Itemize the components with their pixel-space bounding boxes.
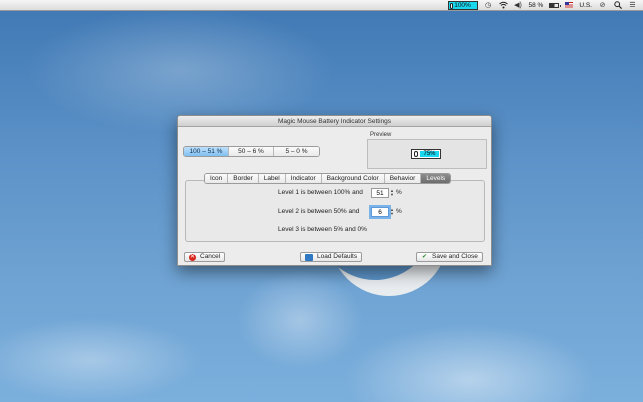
level-2-stepper-arrows[interactable]: ▲ ▼ bbox=[390, 208, 394, 216]
range-segment-3[interactable]: 5 – 0 % bbox=[274, 147, 319, 156]
tab-indicator[interactable]: Indicator bbox=[285, 174, 322, 183]
level-2-percent: % bbox=[396, 208, 402, 215]
cancel-button[interactable]: ✕ Cancel bbox=[184, 252, 226, 262]
cancel-button-label: Cancel bbox=[200, 253, 221, 260]
level-2-stepper: ▲▼ bbox=[371, 207, 394, 217]
load-defaults-icon bbox=[305, 253, 313, 261]
preview-value: 75% bbox=[420, 151, 439, 157]
load-defaults-button[interactable]: Load Defaults bbox=[300, 252, 363, 262]
battery-icon[interactable] bbox=[549, 2, 562, 8]
range-segment-2[interactable]: 50 – 6 % bbox=[229, 147, 274, 156]
cancel-icon: ✕ bbox=[189, 253, 196, 261]
dialog-title: Magic Mouse Battery Indicator Settings bbox=[178, 116, 491, 127]
tab-levels[interactable]: Levels bbox=[421, 174, 451, 183]
menu-bar: 100% ◷ ◀) 58 % U.S. ⊘ ☰ bbox=[0, 0, 643, 11]
level-1-input[interactable] bbox=[371, 188, 389, 198]
tab-behavior[interactable]: Behavior bbox=[384, 174, 422, 183]
level-2-label: Level 2 is between 50% and bbox=[278, 208, 360, 215]
mouse-icon bbox=[414, 151, 418, 157]
menubar-battery-percent: 100% bbox=[454, 1, 471, 9]
level-1-stepper: ▲▼ bbox=[371, 188, 394, 198]
magic-mouse-battery-status-item[interactable]: 100% bbox=[447, 0, 478, 10]
preview-label: Preview bbox=[370, 132, 392, 138]
input-source-label[interactable]: U.S. bbox=[579, 2, 592, 9]
notification-center-icon[interactable]: ☰ bbox=[628, 1, 637, 10]
preview-panel: 75% bbox=[367, 139, 487, 169]
tab-border[interactable]: Border bbox=[228, 174, 259, 183]
settings-tabs: Icon Border Label Indicator Background C… bbox=[204, 173, 452, 184]
level-1-label: Level 1 is between 100% and bbox=[278, 189, 363, 196]
load-defaults-button-label: Load Defaults bbox=[317, 253, 358, 260]
tab-background-color[interactable]: Background Color bbox=[321, 174, 385, 183]
range-segment-1[interactable]: 100 – 51 % bbox=[184, 147, 229, 156]
tab-icon[interactable]: Icon bbox=[205, 174, 229, 183]
time-machine-icon[interactable]: ◷ bbox=[484, 1, 493, 10]
checkmark-icon: ✔ bbox=[421, 254, 428, 260]
level-1-percent: % bbox=[396, 189, 402, 196]
level-2-input[interactable] bbox=[371, 207, 389, 217]
spotlight-search-icon[interactable] bbox=[613, 1, 622, 10]
settings-dialog: Magic Mouse Battery Indicator Settings 1… bbox=[177, 115, 492, 266]
wifi-icon[interactable] bbox=[498, 1, 508, 10]
us-flag-icon[interactable] bbox=[565, 2, 574, 8]
volume-icon[interactable]: ◀) bbox=[514, 1, 523, 10]
range-segmented-control: 100 – 51 % 50 – 6 % 5 – 0 % bbox=[183, 146, 320, 157]
preview-battery-indicator: 75% bbox=[411, 149, 441, 159]
save-and-close-button-label: Save and Close bbox=[432, 253, 478, 260]
tab-label[interactable]: Label bbox=[258, 174, 286, 183]
battery-percent-text[interactable]: 58 % bbox=[529, 2, 544, 9]
level-3-label: Level 3 is between 5% and 0% bbox=[278, 226, 367, 233]
mouse-icon bbox=[449, 2, 453, 9]
level-1-stepper-arrows[interactable]: ▲ ▼ bbox=[390, 189, 394, 197]
user-icon[interactable]: ⊘ bbox=[598, 1, 607, 10]
save-and-close-button[interactable]: ✔ Save and Close bbox=[416, 252, 483, 262]
